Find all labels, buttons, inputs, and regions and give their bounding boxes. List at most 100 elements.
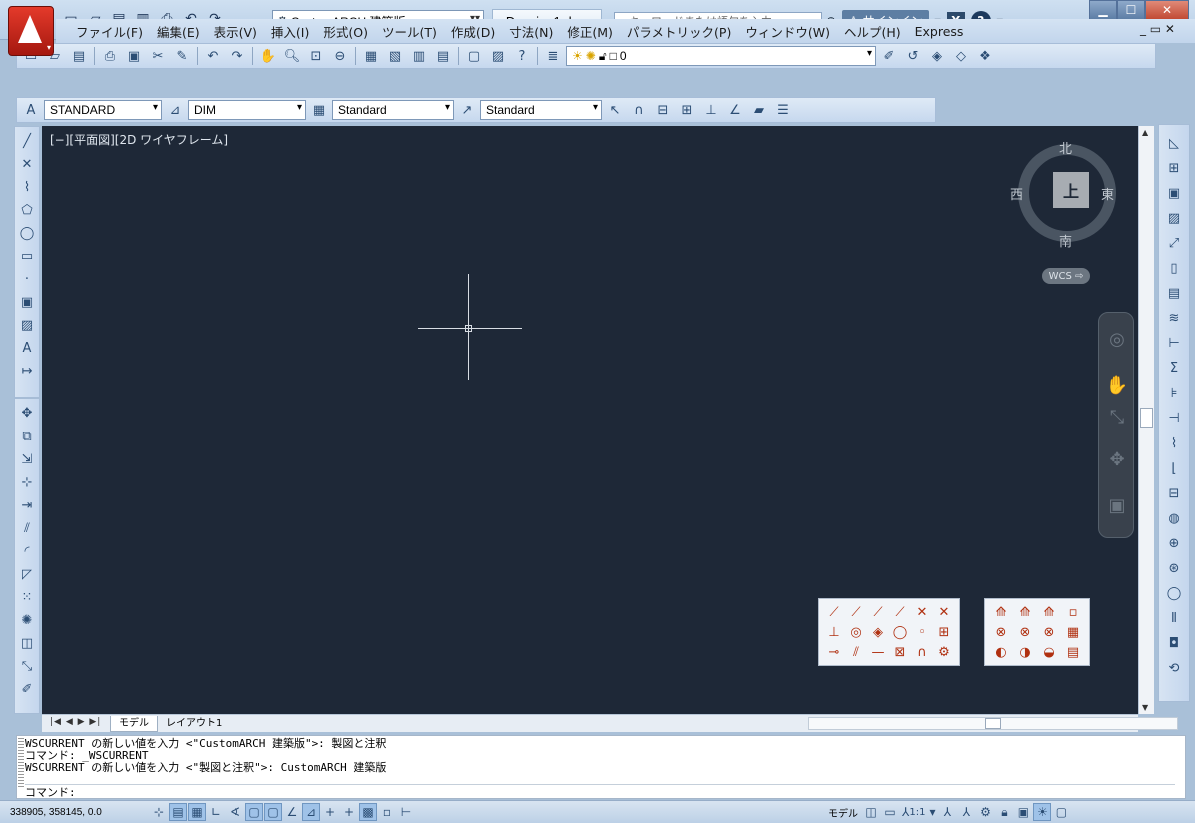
menu-dimension[interactable]: 寸法(N)	[509, 22, 553, 41]
tool-j-icon[interactable]: ◑	[1013, 642, 1037, 662]
compass-west[interactable]: 西	[1010, 184, 1023, 203]
tolerance-icon[interactable]: ⊟	[1163, 483, 1185, 503]
update-icon[interactable]: ⟲	[1163, 658, 1185, 678]
scroll-up-icon[interactable]: ▲	[1142, 128, 1148, 137]
orbit-icon[interactable]: ✥	[1105, 447, 1129, 471]
dim-style-select[interactable]: DIM ▾	[188, 100, 306, 120]
markup-icon[interactable]: ▢	[463, 46, 485, 66]
snap-perpendicular-icon[interactable]: ⊥	[823, 622, 845, 642]
tool-k-icon[interactable]: ◒	[1037, 642, 1061, 662]
redo-icon[interactable]: ↷	[226, 46, 248, 66]
polygon-icon[interactable]: ⬠	[16, 200, 38, 220]
align-icon[interactable]: ⊟	[652, 100, 674, 120]
dim-linear-icon[interactable]: ◺	[1163, 133, 1185, 153]
hatch-icon[interactable]: ▰	[748, 100, 770, 120]
compass-north[interactable]: 北	[1059, 138, 1072, 157]
dim-baseline-icon[interactable]: ⊢	[1163, 333, 1185, 353]
snap-parallel-icon[interactable]: ⫽	[845, 642, 867, 662]
drawing-canvas[interactable]: [−][平面図][2D ワイヤフレーム] 上 北 南 東 西 WCS ⇨ ◎ ✋…	[42, 126, 1138, 714]
snap-center-icon[interactable]: ◎	[845, 622, 867, 642]
dim-ordinate-icon[interactable]: ⊧	[1163, 383, 1185, 403]
snap-midpoint-icon[interactable]: ⟋	[845, 602, 867, 622]
circle-icon[interactable]: ◯	[1163, 583, 1185, 603]
table-icon[interactable]: ▤	[1163, 283, 1185, 303]
menu-window[interactable]: ウィンドウ(W)	[745, 22, 830, 41]
dim-space-icon[interactable]: ⫴	[1163, 608, 1185, 628]
viewport-controls[interactable]: [−][平面図][2D ワイヤフレーム]	[50, 131, 228, 148]
tool-palettes-icon[interactable]: ▥	[408, 46, 430, 66]
offset-icon[interactable]: ⫽	[16, 518, 38, 538]
menu-view[interactable]: 表示(V)	[214, 22, 257, 41]
snap-intersection-icon[interactable]: ⟋	[867, 602, 889, 622]
layer-previous-icon[interactable]: ↺	[902, 46, 924, 66]
save-icon[interactable]: ▤	[68, 46, 90, 66]
osnap-icon[interactable]: ▢	[245, 803, 263, 821]
explode-icon[interactable]: ✺	[16, 610, 38, 630]
menu-draw[interactable]: 作成(D)	[451, 22, 495, 41]
tool-e-icon[interactable]: ⊗	[989, 622, 1013, 642]
magnet-icon[interactable]: ∩	[911, 642, 933, 662]
mirror-icon[interactable]: ◫	[16, 633, 38, 653]
hatch-icon[interactable]: ▨	[16, 315, 38, 335]
snap-ext-line-icon[interactable]: —	[867, 642, 889, 662]
doc-window-controls[interactable]: _ ▭ ✕	[1140, 22, 1175, 36]
chamfer-icon[interactable]: ◸	[16, 564, 38, 584]
snap-x-icon[interactable]: ✕	[933, 602, 955, 622]
tool-d-icon[interactable]: ▫	[1061, 602, 1085, 622]
menu-format[interactable]: 形式(O)	[323, 22, 368, 41]
viewcube-top-face[interactable]: 上	[1053, 172, 1089, 208]
infer-constraints-icon[interactable]: ⊹	[150, 803, 168, 821]
mtext-icon[interactable]: A	[16, 338, 38, 358]
pan-icon[interactable]: ✋	[257, 46, 279, 66]
design-center-icon[interactable]: ▧	[384, 46, 406, 66]
rectangle-icon[interactable]: ▭	[16, 246, 38, 266]
leader-icon[interactable]: ⌊	[1163, 458, 1185, 478]
hscroll-thumb[interactable]	[985, 718, 1001, 729]
snap-endpoint-icon[interactable]: ⟋	[823, 602, 845, 622]
dyn-icon[interactable]: +	[321, 803, 339, 821]
hatch-grid-icon[interactable]: ⊞	[1163, 158, 1185, 178]
wcs-menu[interactable]: WCS ⇨	[1042, 268, 1090, 284]
dimension-icon[interactable]: ↦	[16, 361, 38, 381]
construction-line-icon[interactable]: ✕	[16, 154, 38, 174]
layer-walk-icon[interactable]: ❖	[974, 46, 996, 66]
snap-insert-icon[interactable]: ⊞	[933, 622, 955, 642]
circle-icon[interactable]: ◯	[16, 223, 38, 243]
snap-node-icon[interactable]: ◦	[911, 622, 933, 642]
table-icon[interactable]: ☰	[772, 100, 794, 120]
layer-isolate-icon[interactable]: ◈	[926, 46, 948, 66]
hardware-acceleration-icon[interactable]: ▣	[1014, 803, 1032, 821]
stretch-icon[interactable]: ⇲	[16, 449, 38, 469]
print-icon[interactable]: ⎙	[99, 46, 121, 66]
command-input[interactable]: コマンド:	[25, 784, 1175, 799]
menu-help[interactable]: ヘルプ(H)	[844, 22, 901, 41]
preview-icon[interactable]: ▣	[123, 46, 145, 66]
dim-continue-icon[interactable]: ⊣	[1163, 408, 1185, 428]
menu-modify[interactable]: 修正(M)	[567, 22, 613, 41]
scroll-down-icon[interactable]: ▼	[1142, 703, 1148, 712]
zoom-icon[interactable]: ⤡	[1105, 405, 1129, 429]
copy-icon[interactable]: ⧉	[16, 426, 38, 446]
tool-f-icon[interactable]: ⊗	[1013, 622, 1037, 642]
snap-mode-icon[interactable]: ▤	[169, 803, 187, 821]
close-button[interactable]: ✕	[1145, 0, 1189, 20]
menu-edit[interactable]: 編集(E)	[157, 22, 200, 41]
erase-icon[interactable]: ✐	[16, 679, 38, 699]
compass-south[interactable]: 南	[1059, 231, 1072, 250]
compass-east[interactable]: 東	[1101, 184, 1114, 203]
center-mark-icon[interactable]: ⊛	[1163, 558, 1185, 578]
sigma-icon[interactable]: Σ	[1163, 358, 1185, 378]
maximize-button[interactable]: ☐	[1117, 0, 1145, 20]
workspace-switch-icon[interactable]: ⚙	[976, 803, 994, 821]
sphere-icon[interactable]: ◍	[1163, 508, 1185, 528]
menu-insert[interactable]: 挿入(I)	[271, 22, 309, 41]
region-icon[interactable]: ▣	[1163, 183, 1185, 203]
table-style-icon[interactable]: ▦	[308, 100, 330, 120]
ortho-icon[interactable]: ∟	[207, 803, 225, 821]
application-menu-button[interactable]: ▾	[8, 6, 54, 56]
collect-icon[interactable]: ⊞	[676, 100, 698, 120]
tab-navigation[interactable]: |◀ ◀ ▶ ▶|	[50, 717, 101, 727]
extend-icon[interactable]: ⇥	[16, 495, 38, 515]
annotation-scale[interactable]: ⅄ 1:1 ▾	[900, 803, 937, 821]
clean-screen-icon[interactable]: ▢	[1052, 803, 1070, 821]
